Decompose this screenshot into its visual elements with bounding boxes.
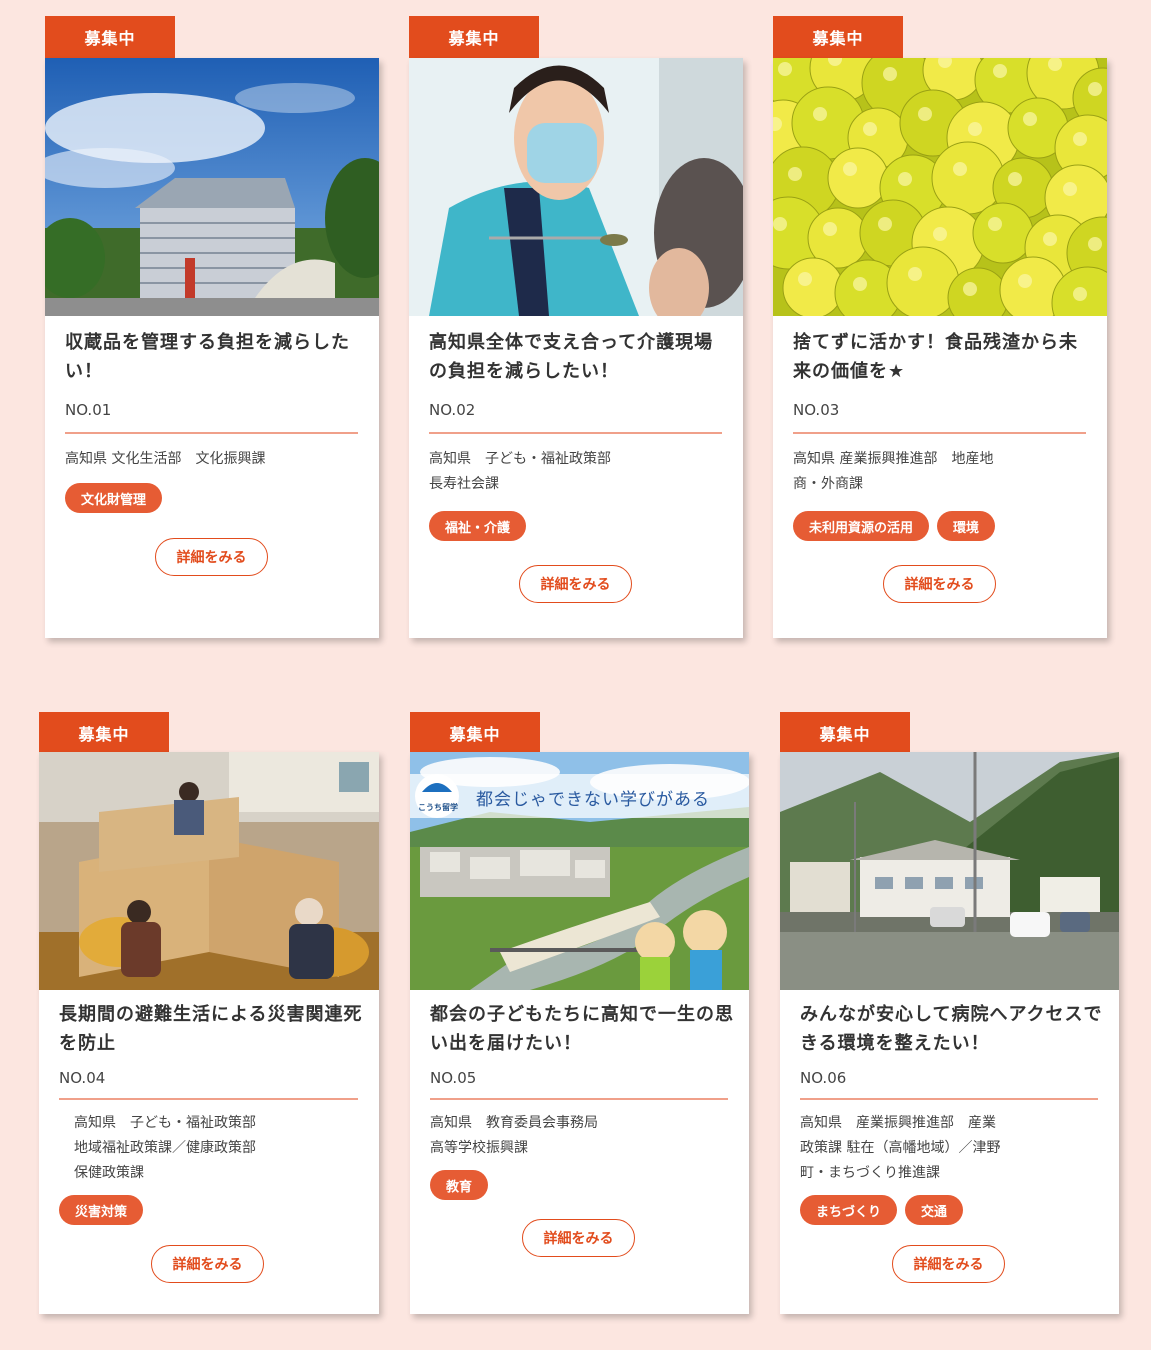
tag-list: まちづくり 交通 — [800, 1195, 964, 1225]
tag-welfare-care[interactable]: 福祉・介護 — [429, 511, 527, 541]
divider — [59, 1098, 358, 1100]
recruiting-badge: 募集中 — [409, 16, 539, 58]
card-title: 収蔵品を管理する負担を減らしたい！ — [65, 332, 350, 382]
card-number: NO.04 — [59, 1069, 106, 1087]
hospital-street-photo — [780, 752, 1119, 990]
details-button[interactable]: 詳細をみる — [151, 1245, 264, 1283]
project-card-4[interactable]: 長期間の避難生活による災害関連死を防止 NO.04 高知県 子ども・福祉政策部 … — [39, 752, 379, 1314]
card-department: 高知県 子ども・福祉政策部 長寿社会課 — [429, 451, 611, 492]
tag-disaster-prevention[interactable]: 災害対策 — [59, 1195, 144, 1225]
tag-list: 文化財管理 — [65, 483, 163, 513]
museum-building-photo — [45, 58, 379, 316]
details-button[interactable]: 詳細をみる — [522, 1219, 635, 1257]
details-button[interactable]: 詳細をみる — [519, 565, 632, 603]
card-number: NO.03 — [793, 401, 840, 419]
card-department: 高知県 教育委員会事務局 高等学校振興課 — [430, 1115, 598, 1156]
card-title: 高知県全体で支え合って介護現場の負担を減らしたい！ — [429, 332, 714, 382]
tag-environment[interactable]: 環境 — [937, 511, 996, 541]
recruiting-badge: 募集中 — [45, 16, 175, 58]
project-card-1[interactable]: 収蔵品を管理する負担を減らしたい！ NO.01 高知県 文化生活部 文化振興課 … — [45, 58, 379, 638]
tag-unused-resources[interactable]: 未利用資源の活用 — [793, 511, 930, 541]
project-card-3[interactable]: 捨てずに活かす！食品残渣から未来の価値を★ NO.03 高知県 産業振興推進部 … — [773, 58, 1107, 638]
card-department: 高知県 子ども・福祉政策部 地域福祉政策課／健康政策部 保健政策課 — [74, 1115, 256, 1181]
details-button[interactable]: 詳細をみる — [155, 538, 268, 576]
recruiting-badge: 募集中 — [780, 712, 910, 754]
divider — [430, 1098, 728, 1100]
kochi-ryugaku-logo: こうち留学 — [418, 803, 458, 812]
project-card-5[interactable]: こうち留学 都会じゃできない学びがある 都会の子どもたちに高知で一生の思い出を届… — [410, 752, 749, 1314]
card-title: 長期間の避難生活による災害関連死を防止 — [59, 1004, 363, 1054]
card-title: 都会の子どもたちに高知で一生の思い出を届けたい！ — [430, 1004, 734, 1054]
tag-list: 災害対策 — [59, 1195, 144, 1225]
card-department: 高知県 産業振興推進部 地産地 商・外商課 — [793, 451, 994, 492]
tag-transportation[interactable]: 交通 — [905, 1195, 964, 1225]
tag-cultural-property[interactable]: 文化財管理 — [65, 483, 163, 513]
yuzu-fruit-photo — [773, 58, 1107, 316]
tag-list: 未利用資源の活用 環境 — [793, 511, 996, 541]
card-number: NO.02 — [429, 401, 476, 419]
tag-list: 福祉・介護 — [429, 511, 527, 541]
caregiver-feeding-photo — [409, 58, 743, 316]
project-card-2[interactable]: 高知県全体で支え合って介護現場の負担を減らしたい！ NO.02 高知県 子ども・… — [409, 58, 743, 638]
tag-education[interactable]: 教育 — [430, 1170, 489, 1200]
card-title: 捨てずに活かす！食品残渣から未来の価値を★ — [793, 332, 1078, 382]
divider — [800, 1098, 1098, 1100]
divider — [793, 432, 1086, 434]
recruiting-badge: 募集中 — [773, 16, 903, 58]
divider — [429, 432, 722, 434]
evacuation-shelter-photo — [39, 752, 379, 990]
project-card-6[interactable]: みんなが安心して病院へアクセスできる環境を整えたい！ NO.06 高知県 産業振… — [780, 752, 1119, 1314]
card-department: 高知県 文化生活部 文化振興課 — [65, 451, 266, 467]
river-landscape-photo: こうち留学 都会じゃできない学びがある — [410, 752, 749, 990]
recruiting-badge: 募集中 — [410, 712, 540, 754]
details-button[interactable]: 詳細をみる — [892, 1245, 1005, 1283]
card-title: みんなが安心して病院へアクセスできる環境を整えたい！ — [800, 1004, 1103, 1054]
card-department: 高知県 産業振興推進部 産業 政策課 駐在（高幡地域）／津野 町・まちづくり推進… — [800, 1115, 1001, 1181]
tag-list: 教育 — [430, 1170, 489, 1200]
divider — [65, 432, 358, 434]
card-number: NO.01 — [65, 401, 112, 419]
tag-town-development[interactable]: まちづくり — [800, 1195, 898, 1225]
card-number: NO.06 — [800, 1069, 847, 1087]
recruiting-badge: 募集中 — [39, 712, 169, 754]
photo-caption: 都会じゃできない学びがある — [476, 790, 710, 810]
details-button[interactable]: 詳細をみる — [883, 565, 996, 603]
card-number: NO.05 — [430, 1069, 477, 1087]
